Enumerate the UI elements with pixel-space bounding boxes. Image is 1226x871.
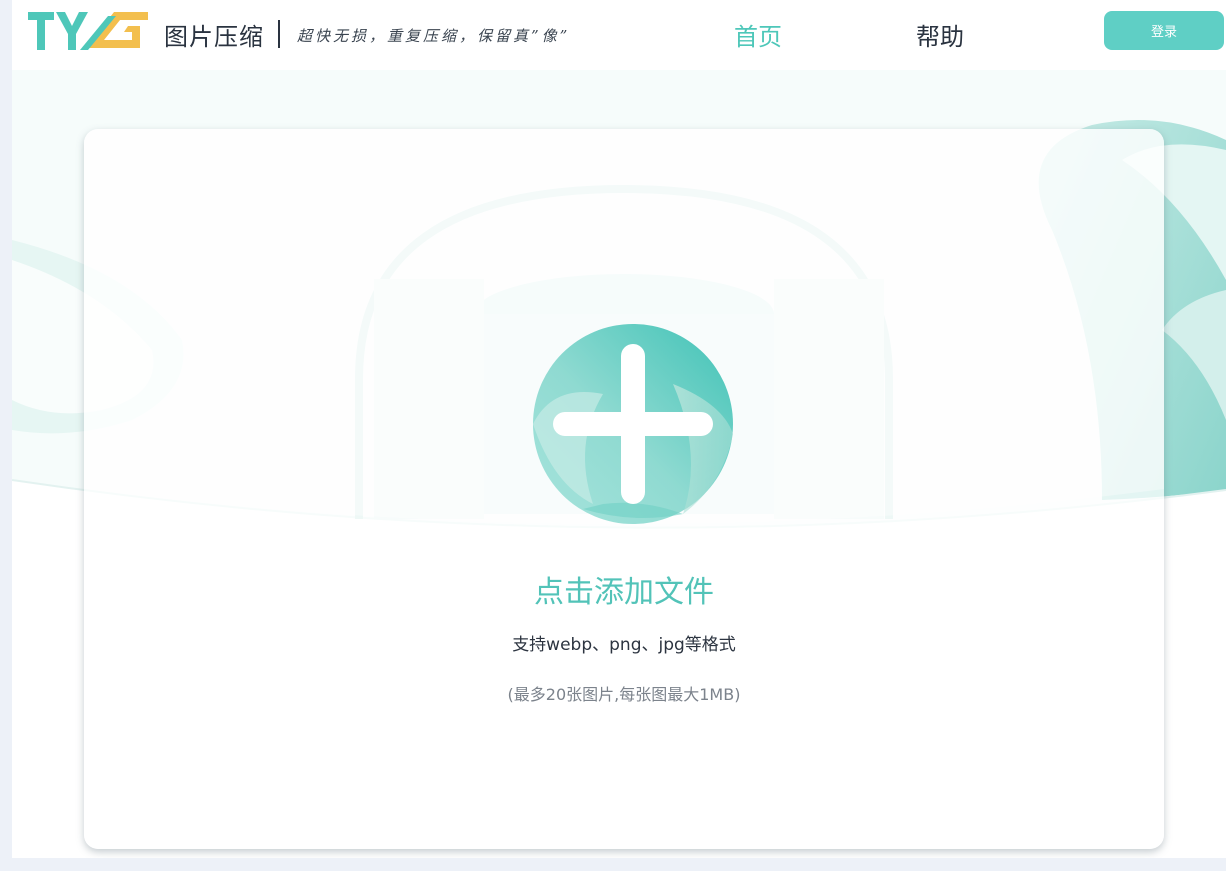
slogan: 超快无损，重复压缩，保留真”像”	[297, 27, 571, 45]
nav-home[interactable]: 首页	[734, 17, 782, 52]
page: 图片压缩 超快无损，重复压缩，保留真”像” 首页 帮助 登录 点击添加文件 支持…	[12, 0, 1226, 858]
header: 图片压缩 超快无损，重复压缩，保留真”像” 首页 帮助 登录	[12, 0, 1226, 64]
tyg-logo[interactable]	[28, 10, 148, 54]
nav-help[interactable]: 帮助	[916, 17, 964, 52]
site-name: 图片压缩	[164, 23, 264, 51]
plus-icon	[533, 324, 733, 524]
upload-card[interactable]: 点击添加文件 支持webp、png、jpg等格式 (最多20张图片,每张图最大1…	[84, 129, 1164, 849]
add-file-title[interactable]: 点击添加文件	[84, 567, 1164, 611]
supported-formats: 支持webp、png、jpg等格式	[512, 635, 736, 655]
upload-limit: (最多20张图片,每张图最大1MB)	[507, 685, 741, 704]
login-button[interactable]: 登录	[1104, 11, 1224, 50]
add-file-button[interactable]	[533, 324, 733, 524]
header-divider	[278, 20, 280, 48]
